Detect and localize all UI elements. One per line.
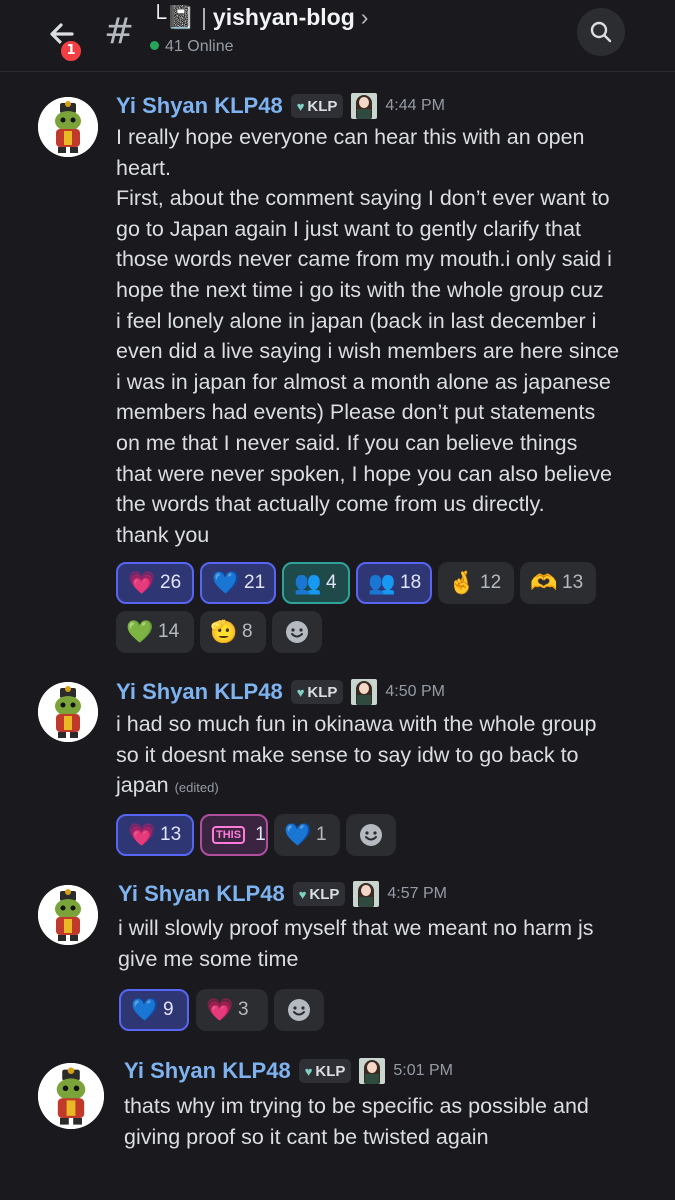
timestamp: 4:44 PM bbox=[385, 97, 445, 114]
avatar[interactable] bbox=[38, 1063, 104, 1129]
avatar[interactable] bbox=[38, 97, 98, 157]
add-reaction-button[interactable] bbox=[272, 611, 322, 653]
blue-heart-icon: 💙 bbox=[131, 997, 159, 1022]
pink-heart-icon: 💗 bbox=[128, 570, 156, 595]
reaction-people[interactable]: 👥 4 bbox=[282, 562, 350, 604]
heart-icon: ♥ bbox=[296, 684, 305, 700]
message-header: Yi Shyan KLP48 ♥ KLP 4:50 PM bbox=[116, 679, 445, 705]
online-status: 41 Online bbox=[150, 38, 234, 56]
avatar[interactable] bbox=[38, 885, 98, 945]
guild-tag[interactable]: ♥ KLP bbox=[292, 882, 346, 906]
channel-name: yishyan-blog bbox=[212, 4, 355, 30]
pink-heart-icon: 💗 bbox=[128, 822, 156, 847]
role-icon bbox=[351, 679, 378, 705]
edited-label: (edited) bbox=[174, 780, 219, 796]
search-button[interactable] bbox=[577, 8, 625, 56]
crossed-fingers-icon: 🤞 bbox=[448, 570, 476, 595]
avatar[interactable] bbox=[38, 682, 98, 742]
guild-tag[interactable]: ♥ KLP bbox=[290, 94, 344, 118]
online-count: 41 Online bbox=[165, 38, 234, 55]
smiley-icon bbox=[286, 621, 308, 643]
message-text: i had so much fun in okinawa with the wh… bbox=[116, 712, 597, 798]
reaction-heart-hands[interactable]: 🫶 13 bbox=[520, 562, 596, 604]
people-icon: 👥 bbox=[294, 570, 322, 595]
message-header: Yi Shyan KLP48 ♥ KLP 4:57 PM bbox=[118, 881, 447, 907]
timestamp: 4:50 PM bbox=[385, 683, 445, 700]
reaction-salute[interactable]: 🫡 8 bbox=[200, 611, 266, 653]
role-icon bbox=[353, 881, 380, 907]
reaction-blue-heart[interactable]: 💙 21 bbox=[200, 562, 276, 604]
reaction-blue-heart[interactable]: 💙 1 bbox=[274, 814, 340, 856]
author-name[interactable]: Yi Shyan KLP48 bbox=[116, 679, 283, 705]
heart-icon: ♥ bbox=[296, 98, 305, 114]
this-icon: THIS bbox=[212, 826, 246, 844]
reaction-pink-heart[interactable]: 💗 26 bbox=[116, 562, 194, 604]
message-text: i will slowly proof myself that we meant… bbox=[118, 916, 594, 971]
channel-title[interactable]: └📓 | yishyan-blog › bbox=[150, 4, 368, 31]
channel-header: 1 # └📓 | yishyan-blog › 41 Online bbox=[0, 0, 675, 72]
blue-heart-icon: 💙 bbox=[284, 822, 312, 847]
timestamp: 4:57 PM bbox=[387, 885, 447, 902]
online-dot-icon bbox=[150, 41, 159, 51]
add-reaction-button[interactable] bbox=[346, 814, 396, 856]
channel-prefix: └📓 bbox=[150, 4, 195, 30]
reaction-this[interactable]: THIS 1 bbox=[200, 814, 268, 856]
guild-tag[interactable]: ♥ KLP bbox=[298, 1059, 352, 1083]
hash-icon: # bbox=[104, 11, 135, 52]
blue-heart-icon: 💙 bbox=[212, 570, 240, 595]
reaction-people-2[interactable]: 👥 18 bbox=[356, 562, 432, 604]
smiley-icon bbox=[360, 824, 382, 846]
title-separator: | bbox=[200, 4, 207, 30]
reaction-pink-heart[interactable]: 💗 13 bbox=[116, 814, 194, 856]
message-header: Yi Shyan KLP48 ♥ KLP 4:44 PM bbox=[116, 93, 445, 119]
role-icon bbox=[351, 93, 378, 119]
salute-icon: 🫡 bbox=[210, 619, 238, 644]
author-name[interactable]: Yi Shyan KLP48 bbox=[118, 881, 285, 907]
people-icon: 👥 bbox=[368, 570, 396, 595]
author-name[interactable]: Yi Shyan KLP48 bbox=[124, 1058, 291, 1084]
reaction-pink-heart[interactable]: 💗 3 bbox=[196, 989, 268, 1031]
unread-badge: 1 bbox=[58, 38, 84, 64]
reaction-blue-heart[interactable]: 💙 9 bbox=[119, 989, 189, 1031]
search-icon bbox=[590, 21, 612, 43]
author-name[interactable]: Yi Shyan KLP48 bbox=[116, 93, 283, 119]
reaction-crossed-fingers[interactable]: 🤞 12 bbox=[438, 562, 514, 604]
smiley-icon bbox=[288, 999, 310, 1021]
message-header: Yi Shyan KLP48 ♥ KLP 5:01 PM bbox=[124, 1058, 453, 1084]
heart-icon: ♥ bbox=[298, 886, 307, 902]
reaction-green-heart[interactable]: 💚 14 bbox=[116, 611, 194, 653]
heart-hands-icon: 🫶 bbox=[530, 570, 558, 595]
message-text: thats why im trying to be specific as po… bbox=[124, 1094, 589, 1149]
timestamp: 5:01 PM bbox=[393, 1062, 453, 1079]
role-icon bbox=[359, 1058, 386, 1084]
message-text: I really hope everyone can hear this wit… bbox=[116, 125, 620, 547]
guild-tag[interactable]: ♥ KLP bbox=[290, 680, 344, 704]
add-reaction-button[interactable] bbox=[274, 989, 324, 1031]
green-heart-icon: 💚 bbox=[126, 619, 154, 644]
chevron-right-icon: › bbox=[360, 4, 369, 30]
pink-heart-icon: 💗 bbox=[206, 997, 234, 1022]
heart-icon: ♥ bbox=[304, 1063, 313, 1079]
